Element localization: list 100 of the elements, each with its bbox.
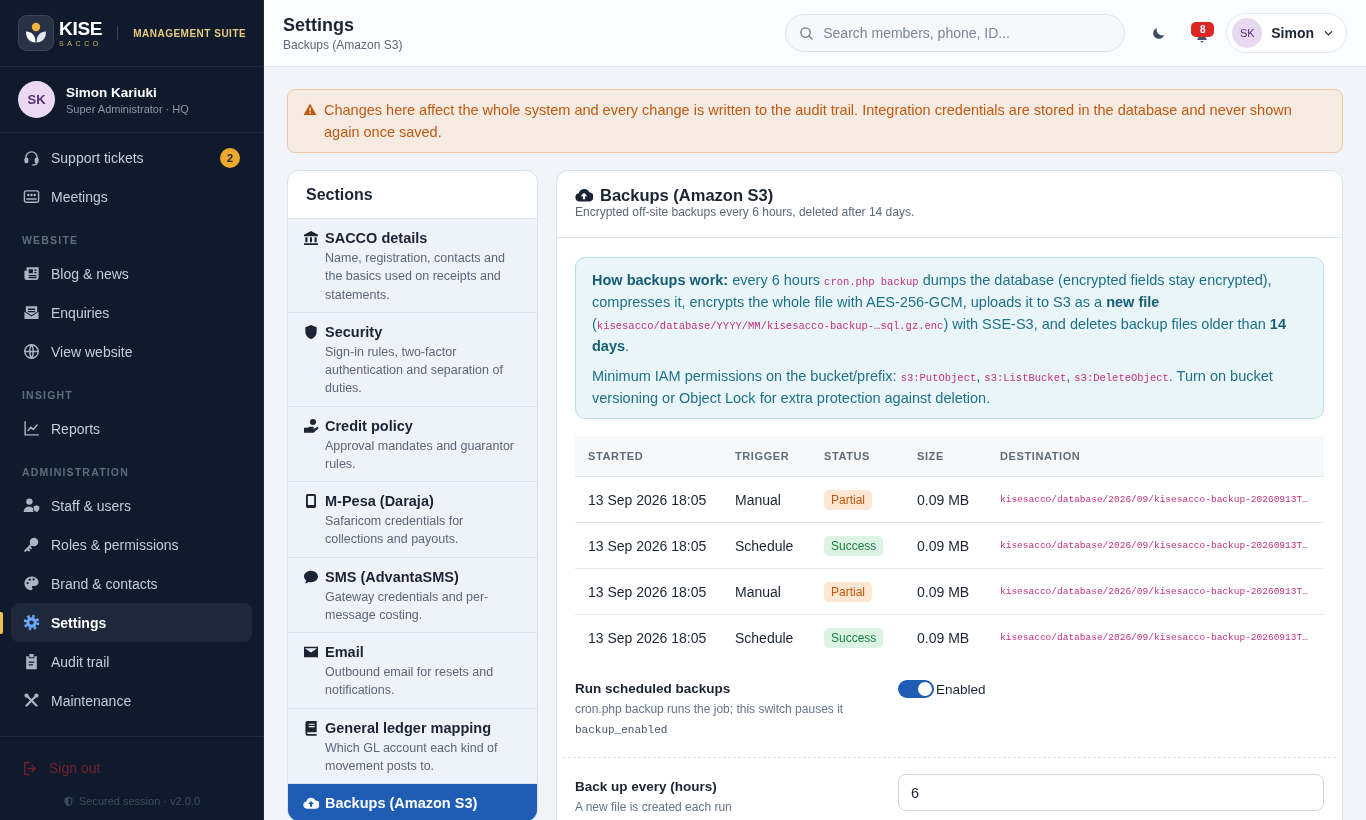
status-tag: Partial xyxy=(824,489,872,510)
nav-item[interactable]: Support tickets 2 xyxy=(11,138,252,177)
clipboard-icon xyxy=(23,653,40,670)
info-text: How backups work: every 6 hours cron.php backup dumps the database (encrypted fields stay encrypted), compresses it, encrypts the whole file with AES-256-GCM, uploads it to S3 as a new file (kisesacco/database/YYYY/MM/kisesacco-backup-…sql.gz.enc) with SSE-S3, and deletes backup files older than 14 days. xyxy=(592,271,1287,356)
notifications-button[interactable]: 8 xyxy=(1186,17,1219,49)
suite-label: MANAGEMENT SUITE xyxy=(133,27,247,39)
search-field[interactable]: Search members, phone, ID... xyxy=(785,14,1126,52)
key-icon xyxy=(23,536,40,553)
section-item[interactable]: Backups (Amazon S3) xyxy=(288,784,537,820)
column-header: STARTED xyxy=(575,436,722,477)
envelope-icon xyxy=(303,644,319,660)
nav-item[interactable]: Roles & permissions xyxy=(11,525,252,564)
card-subtitle: Encrypted off-site backups every 6 hours, deleted after 14 days. xyxy=(575,205,916,220)
nav-section-heading: WEBSITE xyxy=(21,233,80,248)
toggle-switch[interactable] xyxy=(898,680,934,698)
sections-heading: Sections xyxy=(306,185,373,204)
globe-icon xyxy=(23,343,40,360)
user-name: Simon Kariuki xyxy=(66,84,158,100)
palette-icon xyxy=(23,575,40,592)
section-description: Approval mandates and guarantor rules. xyxy=(325,437,515,473)
section-description: Outbound email for resets and notifications. xyxy=(325,664,495,700)
speech-bubble-icon xyxy=(303,568,319,585)
tools-icon xyxy=(23,692,40,709)
table-cell: 0.09 MB xyxy=(904,568,987,615)
nav-item[interactable]: Reports xyxy=(11,409,252,448)
section-item[interactable]: Security Sign-in rules, two-factor authentication and separation of duties. xyxy=(288,312,537,407)
section-title: M-Pesa (Daraja) xyxy=(325,492,435,510)
table-cell: 13 Sep 2026 18:05 xyxy=(575,522,722,569)
phone-icon xyxy=(303,493,319,509)
section-description: Sign-in rules, two-factor authentication and separation of duties. xyxy=(325,343,504,398)
headset-icon xyxy=(23,149,40,166)
user-shield-icon xyxy=(23,497,40,514)
nav-section-heading: ADMINISTRATION xyxy=(21,465,130,480)
nav-item[interactable]: Brand & contacts xyxy=(11,564,252,603)
user-role: Super Administrator · HQ xyxy=(66,102,189,115)
setting-help: A new file is created each run xyxy=(575,799,733,815)
shield-icon xyxy=(62,795,74,807)
nav-item[interactable]: Maintenance xyxy=(11,681,252,720)
moon-icon xyxy=(1150,25,1166,41)
input-field[interactable]: 6 xyxy=(898,774,1324,811)
table-cell: 0.09 MB xyxy=(904,614,987,660)
sign-out-icon xyxy=(22,759,39,777)
table-cell: Manual xyxy=(722,476,811,523)
section-title: Security xyxy=(325,322,384,341)
nav-item[interactable]: Enquiries xyxy=(11,293,252,332)
nav-item[interactable]: Audit trail xyxy=(11,642,252,681)
nav-item[interactable]: View website xyxy=(11,332,252,371)
brand-name: KISE xyxy=(59,19,103,38)
section-title: Credit policy xyxy=(325,416,414,435)
flower-logo-icon xyxy=(18,15,54,51)
inbox-icon xyxy=(23,304,40,321)
section-item[interactable]: General ledger mapping Which GL account each kind of movement posts to. xyxy=(288,708,537,784)
info-text: Minimum IAM permissions on the bucket/prefix: s3:PutObject, s3:ListBucket, s3:DeleteObject. Turn on bucket versioning or Object Lock for extra protection against deletion. xyxy=(592,367,1274,408)
section-item[interactable]: SMS (AdvantaSMS) Gateway credentials and per-message costing. xyxy=(288,557,537,633)
bank-icon xyxy=(303,230,319,246)
section-description: Name, registration, contacts and the basics used on receipts and statements. xyxy=(325,250,506,304)
table-cell: 13 Sep 2026 18:05 xyxy=(575,476,722,523)
section-title: General ledger mapping xyxy=(325,718,492,737)
cloud-upload-icon xyxy=(575,186,593,204)
hand-coin-icon xyxy=(303,417,319,434)
cloud-upload-icon xyxy=(303,795,319,811)
column-header: STATUS xyxy=(811,436,904,477)
setting-label: Run scheduled backups xyxy=(575,680,732,698)
nav-item[interactable]: Staff & users xyxy=(11,486,252,525)
warning-icon xyxy=(303,103,317,116)
page-subtitle: Backups (Amazon S3) xyxy=(283,38,404,52)
section-title: Backups (Amazon S3) xyxy=(325,794,479,812)
status-tag: Success xyxy=(824,535,884,556)
section-item[interactable]: SACCO details Name, registration, contacts and the basics used on receipts and statements. xyxy=(288,219,537,313)
page-title: Settings xyxy=(283,14,355,36)
setting-label: Back up every (hours) xyxy=(575,778,718,796)
section-description: Safaricom credentials for collections and payouts. xyxy=(325,513,465,549)
line-chart-icon xyxy=(23,420,40,437)
newspaper-icon xyxy=(23,265,40,282)
nav-item[interactable]: Blog & news xyxy=(11,254,252,293)
user-avatar: SK xyxy=(1232,18,1263,48)
table-cell: Schedule xyxy=(722,614,811,660)
nav-item[interactable]: Settings xyxy=(11,603,252,642)
table-cell: Manual xyxy=(722,568,811,615)
status-tag: Partial xyxy=(824,581,872,602)
shield-icon xyxy=(303,323,319,340)
toggle-label: Enabled xyxy=(936,681,986,697)
settings-icon xyxy=(23,614,40,631)
table-cell: 13 Sep 2026 18:05 xyxy=(575,614,722,660)
search-icon xyxy=(799,26,815,41)
user-menu-button[interactable]: SK Simon xyxy=(1226,13,1347,53)
table-cell: kisesacco/database/2026/09/kisesacco-backup-20260913T… xyxy=(987,522,1324,569)
warning-message: Changes here affect the whole system and every change is written to the audit trail. Integration credentials are stored in the database and never shown again once saved. xyxy=(324,101,1293,142)
section-item[interactable]: Credit policy Approval mandates and guarantor rules. xyxy=(288,406,537,482)
section-item[interactable]: Email Outbound email for resets and notifications. xyxy=(288,633,537,709)
active-indicator xyxy=(0,612,3,634)
section-item[interactable]: M-Pesa (Daraja) Safaricom credentials for collections and payouts. xyxy=(288,482,537,558)
presentation-board-icon xyxy=(23,188,40,205)
table-cell: kisesacco/database/2026/09/kisesacco-backup-20260913T… xyxy=(987,476,1324,523)
section-description: Which GL account each kind of movement posts to. xyxy=(325,739,499,775)
table-cell: 0.09 MB xyxy=(904,476,987,523)
table-cell: 13 Sep 2026 18:05 xyxy=(575,568,722,615)
column-header: TRIGGER xyxy=(722,436,811,477)
nav-item[interactable]: Meetings xyxy=(11,177,252,216)
book-icon xyxy=(303,719,319,736)
